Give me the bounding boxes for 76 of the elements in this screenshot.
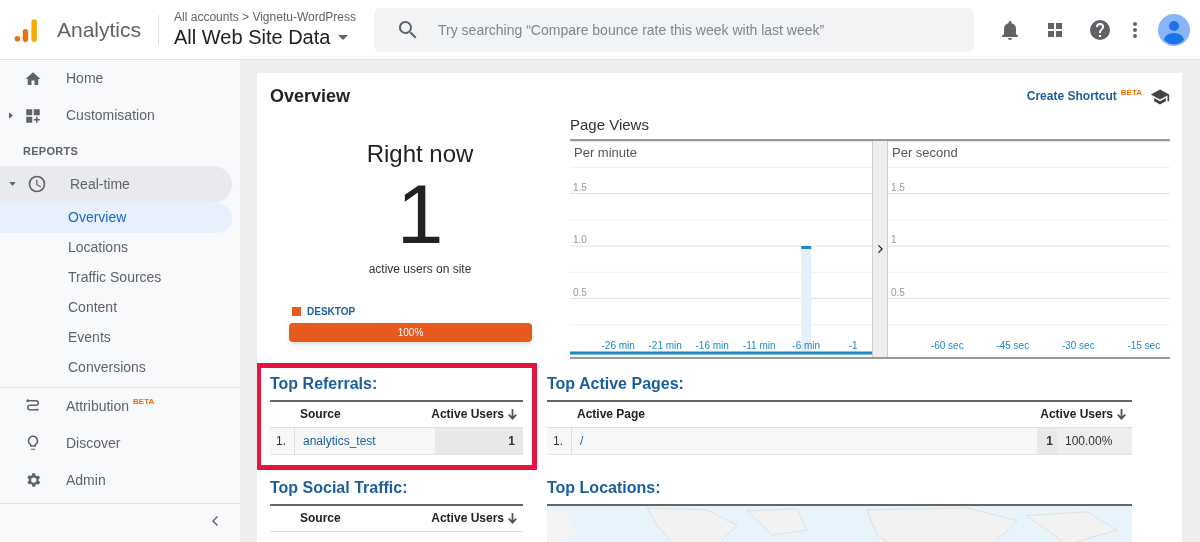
x-tick-label: -60 sec bbox=[930, 339, 964, 351]
y-tick-label: 1 bbox=[891, 233, 897, 245]
column-header[interactable]: Active Users bbox=[1040, 405, 1117, 423]
x-tick-label: -1 bbox=[848, 339, 858, 351]
nav-item[interactable]: Discover bbox=[0, 424, 240, 462]
source-link[interactable]: analytics_test bbox=[295, 427, 435, 454]
x-tick-label: -11 min bbox=[742, 339, 776, 351]
sort-arrow-icon bbox=[508, 512, 517, 524]
nav-item[interactable]: Admin bbox=[0, 461, 240, 499]
x-tick-label: -6 min bbox=[792, 339, 821, 351]
grid-plus-icon bbox=[24, 106, 42, 125]
create-shortcut-link[interactable]: Create Shortcut bbox=[1026, 87, 1117, 105]
count-caption: active users on site bbox=[368, 261, 472, 278]
y-tick-label: 1.5 bbox=[573, 181, 587, 192]
nav-item[interactable]: Attribution BETA bbox=[0, 387, 240, 425]
section-label: REPORTS bbox=[23, 144, 80, 159]
chart-label: Per second bbox=[892, 143, 958, 162]
nav-item[interactable]: Real-time bbox=[0, 165, 232, 203]
beta-label: BETA bbox=[1120, 87, 1142, 99]
page-title: Overview bbox=[270, 85, 351, 108]
share-reading: 100% bbox=[397, 326, 424, 340]
nav-subitem[interactable]: Events bbox=[0, 322, 232, 353]
property-selector[interactable]: All Web Site Data bbox=[174, 24, 356, 50]
sort-arrow-icon bbox=[508, 408, 517, 420]
y-tick-label: 1.0 bbox=[573, 233, 587, 245]
y-tick-label: 0.5 bbox=[573, 286, 587, 297]
nav-subitem[interactable]: Traffic Sources bbox=[0, 262, 232, 293]
x-tick-label: -30 sec bbox=[1061, 339, 1095, 351]
column-header[interactable]: Active Users bbox=[431, 405, 508, 423]
more-menu-icon bbox=[1133, 21, 1137, 38]
nav-item[interactable]: Customisation bbox=[0, 97, 240, 134]
nav-subitem[interactable]: Content bbox=[0, 292, 232, 323]
x-tick-label: -15 sec bbox=[1127, 339, 1161, 351]
chart-title: Page Views bbox=[570, 114, 1170, 141]
sort-arrow-icon bbox=[1117, 408, 1126, 420]
breadcrumb[interactable]: All accounts > Vignetu-WordPress bbox=[174, 9, 356, 25]
column-header[interactable]: Active Page bbox=[547, 405, 1041, 423]
section-title: Top Active Pages: bbox=[547, 373, 685, 394]
product-name: Analytics bbox=[57, 16, 142, 43]
section-title: Top Referrals: bbox=[270, 373, 379, 394]
active-user-count: 1 bbox=[396, 172, 444, 256]
column-header[interactable]: Source bbox=[270, 405, 432, 423]
x-tick-label: -45 sec bbox=[996, 339, 1030, 351]
nav-subitem[interactable]: Conversions bbox=[0, 352, 232, 383]
collapse-chevron-icon bbox=[212, 515, 218, 526]
section-title: Top Social Traffic: bbox=[270, 477, 409, 498]
caret-icon bbox=[338, 34, 349, 40]
table-cell: 100.00% bbox=[1057, 427, 1132, 454]
graduation-cap-icon bbox=[1150, 87, 1170, 107]
row-index: 1. bbox=[547, 427, 572, 454]
legend-swatch bbox=[292, 307, 301, 316]
avatar[interactable] bbox=[1158, 13, 1190, 46]
x-tick-label: -26 min bbox=[601, 339, 635, 351]
chart-label: Per minute bbox=[574, 143, 637, 162]
nav-subitem[interactable]: Overview bbox=[0, 202, 232, 233]
table-cell: 1 bbox=[1037, 427, 1057, 454]
page-link[interactable]: / bbox=[572, 427, 1037, 454]
nav-item[interactable]: Home bbox=[0, 60, 240, 97]
chevron-right-icon bbox=[877, 244, 883, 253]
y-tick-label: 0.5 bbox=[891, 286, 905, 297]
right-now-title: Right now bbox=[366, 139, 474, 169]
table-cell: 1 bbox=[435, 427, 523, 454]
y-tick-label: 1.5 bbox=[891, 181, 905, 192]
help-icon bbox=[1088, 17, 1112, 42]
column-header[interactable]: Source bbox=[270, 509, 432, 527]
clock-icon bbox=[27, 174, 47, 194]
search-field[interactable]: Try searching “Compare bounce rate this week with last week” bbox=[374, 7, 974, 52]
column-header[interactable]: Active Users bbox=[431, 509, 508, 527]
beta-label: BETA bbox=[133, 395, 155, 408]
section-title: Top Locations: bbox=[547, 477, 662, 498]
x-tick-label: -21 min bbox=[648, 339, 682, 351]
legend-label: DESKTOP bbox=[307, 305, 356, 319]
nav-subitem[interactable]: Locations bbox=[0, 232, 232, 263]
x-tick-label: -16 min bbox=[695, 339, 729, 351]
logo-icon bbox=[13, 16, 39, 43]
row-index: 1. bbox=[270, 427, 295, 454]
